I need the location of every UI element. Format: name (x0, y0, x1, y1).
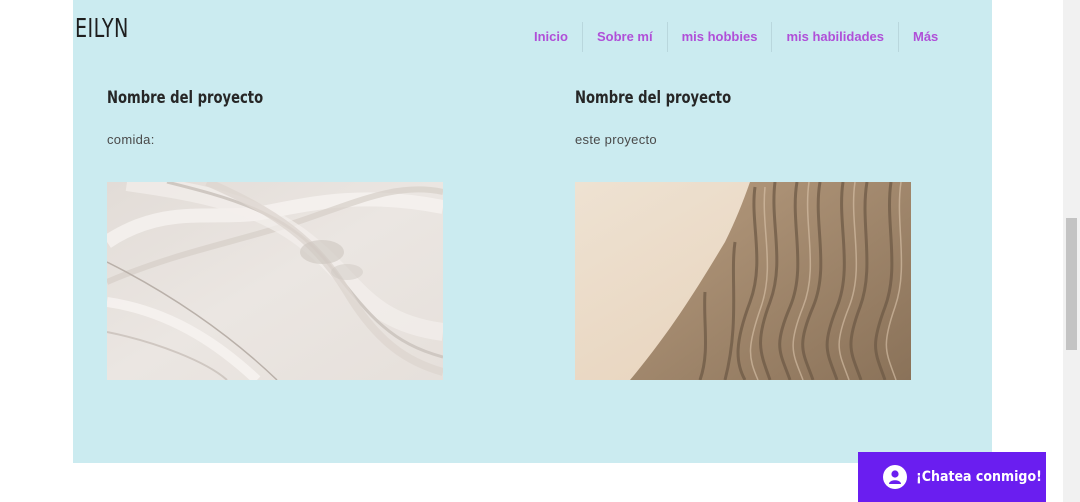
nav-item-inicio[interactable]: Inicio (520, 22, 582, 52)
project-image-marble[interactable] (107, 182, 443, 380)
page-scrollbar[interactable] (1063, 0, 1080, 502)
project-title: Nombre del proyecto (575, 88, 732, 108)
main-nav: Inicio Sobre mí mis hobbies mis habilida… (520, 22, 952, 52)
nav-item-mis-habilidades[interactable]: mis habilidades (771, 22, 898, 52)
nav-item-sobre-mi[interactable]: Sobre mí (581, 22, 667, 52)
project-card: Nombre del proyecto este proyecto (575, 88, 911, 380)
chat-button[interactable]: ¡Chatea conmigo! (858, 452, 1046, 502)
project-card: Nombre del proyecto comida: (107, 88, 443, 380)
project-title: Nombre del proyecto (107, 88, 264, 108)
nav-item-mas[interactable]: Más (897, 22, 952, 52)
site-logo[interactable]: EILYN (75, 14, 129, 44)
project-description: este proyecto (575, 132, 657, 147)
project-image-sand-dunes[interactable] (575, 182, 911, 380)
chat-button-label: ¡Chatea conmigo! (916, 469, 1042, 485)
scrollbar-thumb[interactable] (1066, 218, 1077, 350)
chat-person-icon (883, 465, 907, 489)
nav-item-mis-hobbies[interactable]: mis hobbies (666, 22, 772, 52)
project-description: comida: (107, 132, 155, 147)
